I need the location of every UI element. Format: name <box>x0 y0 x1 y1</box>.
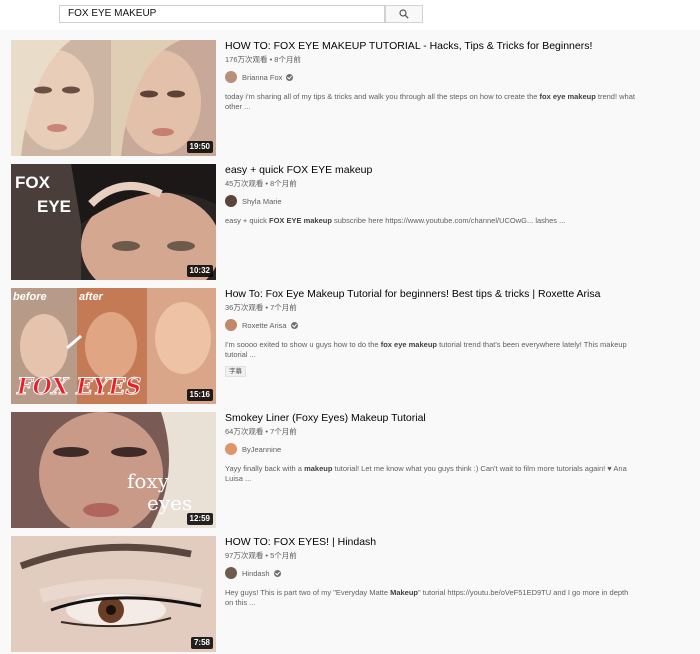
video-duration: 12:59 <box>186 513 213 525</box>
channel-avatar[interactable] <box>225 195 237 207</box>
video-title[interactable]: easy + quick FOX EYE makeup <box>225 164 645 177</box>
video-thumbnail[interactable]: before after FOX EYES 15:16 <box>11 288 216 404</box>
channel-name[interactable]: Roxette Arisa <box>242 321 287 330</box>
video-thumbnail[interactable]: 19:50 <box>11 40 216 156</box>
thumbnail-text: EYE <box>37 197 71 216</box>
channel-name[interactable]: Hindash <box>242 569 270 578</box>
verified-check-icon <box>286 73 294 81</box>
thumbnail-text: eyes <box>147 491 192 515</box>
video-title[interactable]: HOW TO: FOX EYE MAKEUP TUTORIAL - Hacks,… <box>225 40 645 53</box>
video-title[interactable]: How To: Fox Eye Makeup Tutorial for begi… <box>225 288 645 301</box>
subtitles-badge: 字幕 <box>225 366 246 377</box>
video-info: easy + quick FOX EYE makeup 45万次观看 • 8个月… <box>225 164 645 226</box>
thumbnail-text: foxy <box>127 469 170 493</box>
video-duration: 7:58 <box>190 637 213 649</box>
channel-avatar[interactable] <box>225 567 237 579</box>
channel-name[interactable]: ByJeannine <box>242 445 281 454</box>
channel-name[interactable]: Brianna Fox <box>242 73 282 82</box>
video-result[interactable]: 19:50 HOW TO: FOX EYE MAKEUP TUTORIAL - … <box>0 40 700 156</box>
video-thumbnail[interactable]: foxy eyes 12:59 <box>11 412 216 528</box>
video-description: today i'm sharing all of my tips & trick… <box>225 92 635 111</box>
video-info: HOW TO: FOX EYE MAKEUP TUTORIAL - Hacks,… <box>225 40 645 112</box>
video-title[interactable]: HOW TO: FOX EYES! | Hindash <box>225 536 645 549</box>
video-info: How To: Fox Eye Makeup Tutorial for begi… <box>225 288 645 378</box>
channel-row[interactable]: Brianna Fox <box>225 70 645 84</box>
verified-check-icon <box>290 321 298 329</box>
channel-row[interactable]: ByJeannine <box>225 442 645 456</box>
video-meta: 176万次观看 • 8个月前 <box>225 55 301 64</box>
video-description: easy + quick FOX EYE makeup subscribe he… <box>225 216 566 225</box>
thumbnail-text: FOX <box>15 173 51 192</box>
channel-avatar[interactable] <box>225 443 237 455</box>
channel-avatar[interactable] <box>225 319 237 331</box>
channel-row[interactable]: Shyla Marie <box>225 194 645 208</box>
thumbnail-text: after <box>79 291 104 303</box>
video-result[interactable]: 7:58 HOW TO: FOX EYES! | Hindash 97万次观看 … <box>0 536 700 652</box>
video-meta: 36万次观看 • 7个月前 <box>225 303 297 312</box>
video-title[interactable]: Smokey Liner (Foxy Eyes) Makeup Tutorial <box>225 412 645 425</box>
video-description: I'm soooo exited to show u guys how to d… <box>225 340 627 359</box>
video-meta: 45万次观看 • 8个月前 <box>225 179 297 188</box>
video-info: HOW TO: FOX EYES! | Hindash 97万次观看 • 5个月… <box>225 536 645 608</box>
thumbnail-text: before <box>13 291 47 303</box>
video-meta: 97万次观看 • 5个月前 <box>225 551 297 560</box>
channel-name[interactable]: Shyla Marie <box>242 197 282 206</box>
video-result[interactable]: before after FOX EYES 15:16 How To: Fox … <box>0 288 700 404</box>
video-duration: 19:50 <box>186 141 213 153</box>
video-result[interactable]: FOX EYE 10:32 easy + quick FOX EYE makeu… <box>0 164 700 280</box>
video-thumbnail[interactable]: 7:58 <box>11 536 216 652</box>
thumbnail-text: FOX EYES <box>16 374 141 400</box>
channel-row[interactable]: Roxette Arisa <box>225 318 645 332</box>
video-thumbnail[interactable]: FOX EYE 10:32 <box>11 164 216 280</box>
top-search-bar: FOX EYE MAKEUP <box>0 0 700 30</box>
verified-check-icon <box>273 569 281 577</box>
video-description: Yayy finally back with a makeup tutorial… <box>225 464 627 483</box>
video-duration: 15:16 <box>186 389 213 401</box>
video-duration: 10:32 <box>186 265 213 277</box>
search-input[interactable]: FOX EYE MAKEUP <box>59 5 385 23</box>
search-icon <box>399 9 409 19</box>
search-button[interactable] <box>385 5 423 23</box>
video-info: Smokey Liner (Foxy Eyes) Makeup Tutorial… <box>225 412 645 484</box>
video-meta: 64万次观看 • 7个月前 <box>225 427 297 436</box>
video-result[interactable]: foxy eyes 12:59 Smokey Liner (Foxy Eyes)… <box>0 412 700 528</box>
channel-avatar[interactable] <box>225 71 237 83</box>
video-description: Hey guys! This is part two of my "Everyd… <box>225 588 629 607</box>
channel-row[interactable]: Hindash <box>225 566 645 580</box>
